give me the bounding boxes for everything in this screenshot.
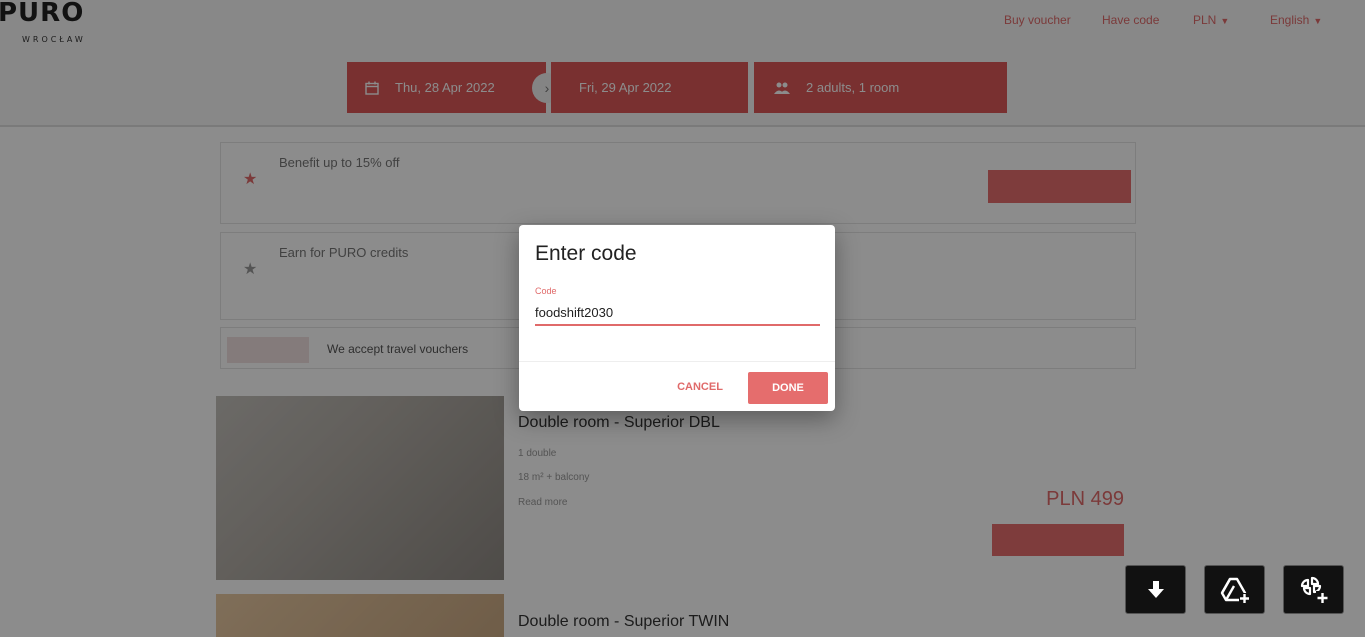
download-icon [1147,580,1164,598]
divider [519,361,835,362]
dialog-title: Enter code [535,242,637,265]
save-to-photos-button[interactable] [1283,565,1344,614]
google-photos-add-icon [1300,576,1329,604]
cancel-button[interactable]: CANCEL [669,372,731,402]
code-input[interactable] [535,300,820,326]
download-button[interactable] [1125,565,1186,614]
code-field-label: Code [535,286,557,296]
enter-code-dialog: Enter code Code CANCEL DONE [519,225,835,411]
page: PURO WROCŁAW Buy voucher Have code PLN ▼ … [0,0,1365,637]
save-to-drive-button[interactable] [1204,565,1265,614]
done-button[interactable]: DONE [748,372,828,404]
google-drive-add-icon [1220,577,1250,604]
